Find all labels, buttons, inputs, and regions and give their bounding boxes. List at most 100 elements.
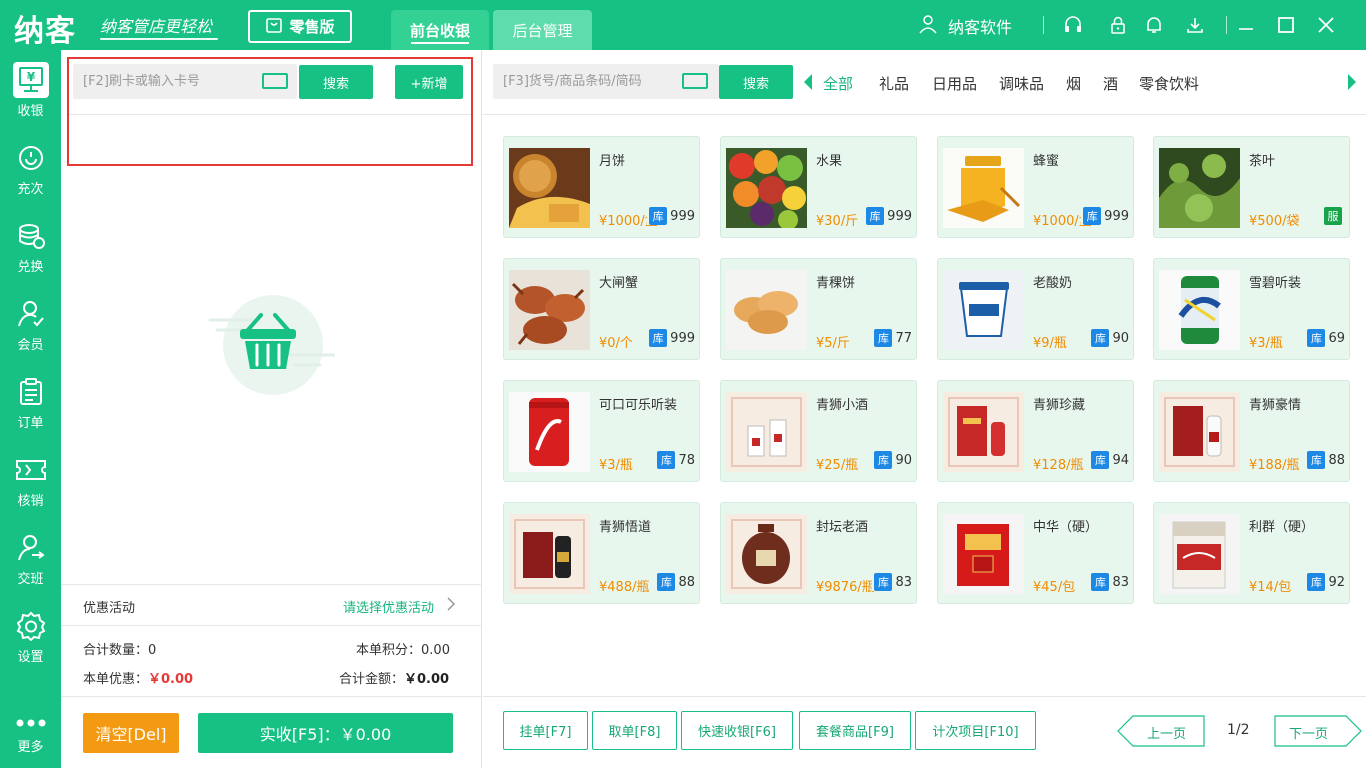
next-page-button[interactable]: 下一页 (1274, 715, 1362, 747)
app-logo: 纳客 (14, 14, 76, 49)
product-card[interactable]: 蜂蜜 ¥1000/盒库 999 (937, 136, 1134, 238)
product-stock: 库 77 (872, 329, 912, 347)
chevron-right-icon (446, 596, 456, 616)
member-icon (13, 296, 49, 332)
product-stock: 库 78 (655, 451, 695, 469)
category-all[interactable]: 全部 (823, 73, 853, 94)
product-card[interactable]: 青狮豪情 ¥188/瓶库 88 (1153, 380, 1350, 482)
product-card[interactable]: 封坛老酒 ¥9876/瓶库 83 (720, 502, 917, 604)
sidebar-label: 核销 (17, 494, 44, 509)
edition-badge[interactable]: 零售版 (248, 10, 352, 43)
sidebar-item-verify[interactable]: 核销 (0, 442, 61, 520)
category-prev-icon[interactable] (803, 73, 813, 95)
product-card[interactable]: 大闸蟹 ¥0/个库 999 (503, 258, 700, 360)
tab-back-office[interactable]: 后台管理 (493, 10, 592, 50)
product-price: ¥25/瓶 (816, 458, 859, 473)
sidebar-label: 设置 (17, 650, 44, 665)
lock-icon[interactable] (1108, 15, 1128, 35)
stock-badge: 库 (1091, 573, 1110, 591)
product-card[interactable]: 可口可乐听装 ¥3/瓶 库 78 (503, 380, 700, 482)
page-indicator: 1/2 (1227, 722, 1250, 738)
category-tobacco[interactable]: 烟 (1066, 73, 1081, 94)
sidebar-label: 交班 (17, 572, 44, 587)
category-gifts[interactable]: 礼品 (879, 73, 909, 94)
retrieve-order-button[interactable]: 取单[F8] (592, 711, 677, 750)
prev-page-button[interactable]: 上一页 (1117, 715, 1205, 747)
product-stock: 库 90 (1089, 329, 1129, 347)
points-label: 本单积分： (356, 643, 422, 658)
toolbar-divider (1226, 16, 1227, 34)
count-items-button[interactable]: 计次项目[F10] (915, 711, 1036, 750)
product-image (1159, 148, 1240, 228)
product-card[interactable]: 雪碧听装 ¥3/瓶 库 69 (1153, 258, 1350, 360)
sidebar-item-cashier[interactable]: ¥ 收银 (0, 52, 61, 130)
divider (61, 625, 482, 626)
product-name: 封坛老酒 (816, 520, 869, 535)
divider (61, 696, 482, 697)
product-image (943, 270, 1024, 350)
checkout-button[interactable]: 实收[F5]：￥0.00 (198, 713, 453, 753)
product-card[interactable]: 老酸奶 ¥9/瓶 库 90 (937, 258, 1134, 360)
quick-checkout-button[interactable]: 快速收银[F6] (681, 711, 793, 750)
product-card[interactable]: 利群（硬） ¥14/包库 92 (1153, 502, 1350, 604)
product-card[interactable]: 月饼 ¥1000/盒库 999 (503, 136, 700, 238)
shop-bag-icon (265, 16, 283, 38)
download-icon[interactable] (1185, 15, 1205, 35)
minimize-icon[interactable] (1236, 15, 1256, 35)
maximize-icon[interactable] (1276, 15, 1296, 35)
product-name: 中华（硬） (1033, 520, 1099, 535)
goods-search-button[interactable]: 搜索 (719, 65, 793, 99)
points-value: 0.00 (421, 643, 450, 658)
product-stock: 库 92 (1305, 573, 1345, 591)
divider (483, 114, 1366, 115)
bell-icon[interactable] (1144, 15, 1164, 35)
count-items-label: 计次项目[F10] (932, 725, 1019, 740)
sidebar-item-order[interactable]: 订单 (0, 364, 61, 442)
sidebar-item-more[interactable]: 更多 (0, 708, 61, 768)
product-card[interactable]: 中华（硬） ¥45/包库 83 (937, 502, 1134, 604)
product-card[interactable]: 茶叶 ¥500/袋 服 (1153, 136, 1350, 238)
category-liquor[interactable]: 酒 (1103, 73, 1118, 94)
category-next-icon[interactable] (1347, 73, 1357, 95)
sidebar-item-shift[interactable]: 交班 (0, 520, 61, 598)
stock-badge: 库 (874, 573, 893, 591)
stock-badge: 库 (649, 329, 668, 347)
edition-label: 零售版 (289, 18, 335, 36)
stock-count: 83 (895, 574, 912, 590)
product-card[interactable]: 青稞饼 ¥5/斤 库 77 (720, 258, 917, 360)
product-card[interactable]: 青狮小酒 ¥25/瓶库 90 (720, 380, 917, 482)
sidebar-item-settings[interactable]: 设置 (0, 598, 61, 676)
stock-badge: 库 (649, 207, 668, 225)
category-snacks-drinks[interactable]: 零食饮料 (1139, 73, 1199, 94)
stock-count: 88 (1328, 452, 1345, 468)
user-menu[interactable]: 纳客软件 (918, 14, 1012, 38)
product-card[interactable]: 水果 ¥30/斤库 999 (720, 136, 917, 238)
product-name: 老酸奶 (1033, 276, 1073, 291)
divider (61, 584, 482, 585)
product-price: ¥14/包 (1249, 580, 1292, 595)
stock-badge: 库 (1083, 207, 1102, 225)
sidebar-item-recharge[interactable]: 充次 (0, 130, 61, 208)
discount-value: ￥0.00 (148, 672, 194, 687)
category-daily[interactable]: 日用品 (932, 73, 977, 94)
product-card[interactable]: 青狮悟道 ¥488/瓶库 88 (503, 502, 700, 604)
discount-label: 本单优惠： (83, 672, 149, 687)
clear-cart-button[interactable]: 清空[Del] (83, 713, 179, 753)
product-stock: 库 94 (1089, 451, 1129, 469)
sidebar-item-member[interactable]: 会员 (0, 286, 61, 364)
close-icon[interactable] (1316, 15, 1336, 35)
stock-badge: 库 (1307, 451, 1326, 469)
promo-select-link[interactable]: 请选择优惠活动 (343, 597, 434, 616)
hold-order-button[interactable]: 挂单[F7] (503, 711, 588, 750)
headset-icon[interactable] (1063, 15, 1083, 35)
category-seasoning[interactable]: 调味品 (999, 73, 1044, 94)
product-stock: 库 83 (872, 573, 912, 591)
order-discount: 本单优惠：￥0.00 (83, 668, 193, 687)
tab-front-cashier[interactable]: 前台收银 (391, 10, 489, 50)
stock-count: 90 (1112, 330, 1129, 346)
product-card[interactable]: 青狮珍藏 ¥128/瓶库 94 (937, 380, 1134, 482)
stock-badge: 服 (1324, 207, 1342, 225)
combo-goods-button[interactable]: 套餐商品[F9] (799, 711, 911, 750)
sidebar-item-exchange[interactable]: 兑换 (0, 208, 61, 286)
keyboard-icon[interactable] (682, 73, 708, 89)
